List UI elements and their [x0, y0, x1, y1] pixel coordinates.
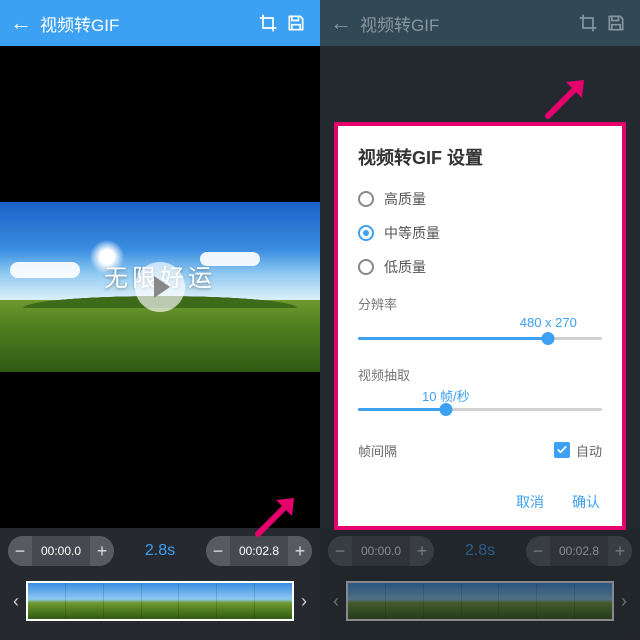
filmstrip[interactable] — [26, 581, 294, 621]
resolution-value: 480 x 270 — [520, 315, 577, 330]
filmstrip-thumb — [216, 583, 254, 619]
start-time-decrement[interactable]: − — [8, 536, 32, 566]
filmstrip-thumb — [254, 583, 292, 619]
quality-option-medium[interactable]: 中等质量 — [358, 216, 602, 250]
play-button[interactable] — [135, 262, 185, 312]
settings-dialog: 视频转GIF 设置 高质量 中等质量 低质量 分辨率 480 x 270 视频抽… — [334, 122, 626, 530]
slider-knob-icon[interactable] — [439, 403, 452, 416]
radio-icon — [358, 225, 374, 241]
app-header: ← 视频转GIF — [0, 0, 320, 46]
radio-icon — [358, 191, 374, 207]
quality-label: 中等质量 — [384, 223, 440, 243]
timeline-panel: − 00:00.0 + 2.8s − 00:02.8 + ‹ › — [0, 528, 320, 640]
crop-button[interactable] — [254, 13, 282, 33]
filmstrip-next[interactable]: › — [294, 591, 314, 612]
resolution-slider[interactable]: 480 x 270 — [358, 313, 602, 355]
start-time-value: 00:00.0 — [32, 544, 90, 558]
page-title: 视频转GIF — [36, 11, 254, 36]
frame-interval-auto-toggle[interactable]: 自动 — [554, 441, 602, 460]
filmstrip-thumb — [65, 583, 103, 619]
filmstrip-thumb — [103, 583, 141, 619]
save-button[interactable] — [282, 13, 310, 33]
video-preview[interactable]: 无限好运 — [0, 46, 320, 528]
start-time-control: − 00:00.0 + — [8, 536, 114, 566]
filmstrip-thumb — [28, 583, 65, 619]
end-time-control: − 00:02.8 + — [206, 536, 312, 566]
quality-option-low[interactable]: 低质量 — [358, 250, 602, 284]
end-time-value: 00:02.8 — [230, 544, 288, 558]
filmstrip-prev[interactable]: ‹ — [6, 591, 26, 612]
frame-interval-auto-label: 自动 — [576, 441, 602, 460]
frame-interval-label: 帧间隔 — [358, 441, 397, 460]
editor-screen-with-settings: ← 视频转GIF 视频转GIF 设置 高质量 中等质量 低质量 分辨率 — [320, 0, 640, 640]
end-time-decrement[interactable]: − — [206, 536, 230, 566]
checkbox-icon — [554, 442, 570, 458]
ok-button[interactable]: 确认 — [572, 492, 600, 512]
duration-label: 2.8s — [122, 542, 198, 560]
video-frame: 无限好运 — [0, 202, 320, 372]
quality-label: 高质量 — [384, 189, 426, 209]
radio-icon — [358, 259, 374, 275]
start-time-increment[interactable]: + — [90, 536, 114, 566]
fps-label: 视频抽取 — [358, 365, 602, 384]
quality-option-high[interactable]: 高质量 — [358, 182, 602, 216]
filmstrip-thumb — [141, 583, 179, 619]
back-button[interactable]: ← — [10, 10, 36, 36]
cancel-button[interactable]: 取消 — [516, 492, 544, 512]
filmstrip-thumb — [178, 583, 216, 619]
crop-icon — [258, 13, 278, 33]
fps-slider[interactable]: 10 帧/秒 — [358, 384, 602, 426]
settings-title: 视频转GIF 设置 — [358, 144, 602, 170]
slider-knob-icon[interactable] — [542, 332, 555, 345]
end-time-increment[interactable]: + — [288, 536, 312, 566]
quality-label: 低质量 — [384, 257, 426, 277]
resolution-label: 分辨率 — [358, 294, 602, 313]
dialog-actions: 取消 确认 — [338, 478, 622, 526]
editor-screen: ← 视频转GIF 无限好运 − 00:00.0 + 2.8s — [0, 0, 320, 640]
save-icon — [286, 13, 306, 33]
